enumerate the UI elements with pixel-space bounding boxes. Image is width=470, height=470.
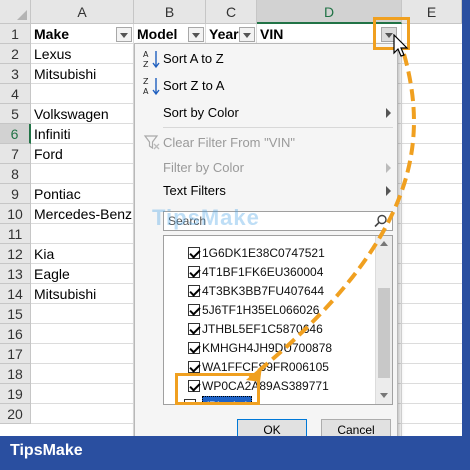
mouse-cursor-icon <box>393 34 409 57</box>
screenshot-frame: A B C D E 1 2 3 4 5 6 7 8 9 10 11 12 13 14 15 16 17 18 19 2… <box>0 0 470 470</box>
footer-bar: TipsMake <box>0 436 470 470</box>
annotation-arrow <box>246 53 416 382</box>
brand-logo: TipsMake <box>10 442 83 459</box>
